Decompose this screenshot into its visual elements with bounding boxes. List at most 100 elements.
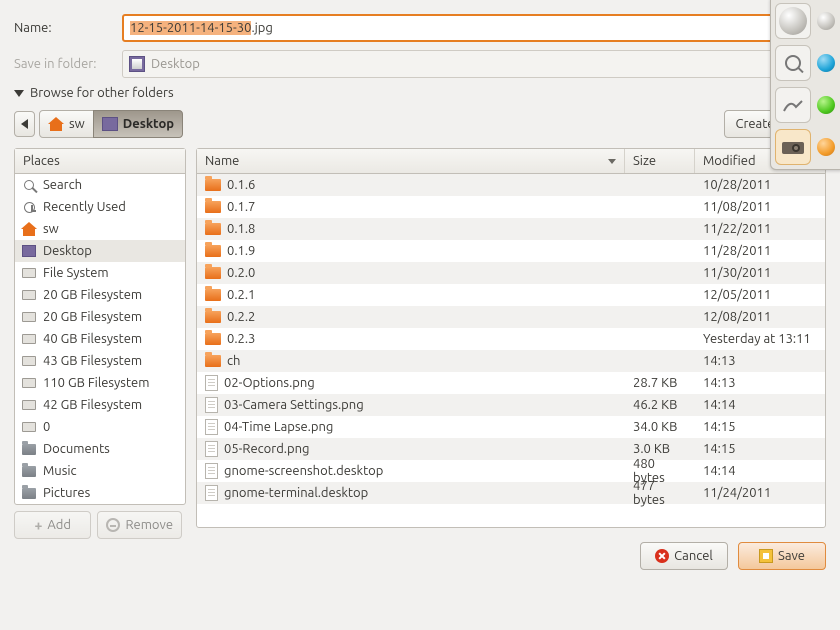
files-columns-header: Name Size Modified [197,149,825,174]
chevron-down-icon [14,90,24,97]
place-item[interactable]: 40 GB Filesystem [15,328,185,350]
file-modified: 14:15 [703,420,736,434]
filename-selected: 12-15-2011-14-15-30 [130,21,251,35]
place-label: 40 GB Filesystem [43,332,142,346]
file-row[interactable]: ch14:13 [197,350,825,372]
file-size: 46.2 KB [633,398,677,412]
file-icon [205,397,218,413]
save-folder-text: Desktop [151,57,200,71]
bubble-icon [817,54,835,72]
file-modified: Yesterday at 13:11 [703,332,811,346]
files-list[interactable]: 0.1.610/28/20110.1.711/08/20110.1.811/22… [197,174,825,527]
file-name: gnome-screenshot.desktop [224,464,383,478]
file-row[interactable]: 0.1.711/08/2011 [197,196,825,218]
remove-icon [106,518,120,532]
drive-icon [22,378,36,388]
name-label: Name: [14,21,108,35]
file-row[interactable]: 0.2.3 Yesterday at 13:11 [197,328,825,350]
sort-indicator-icon [608,159,616,164]
magnifier-icon [785,55,801,71]
file-row[interactable]: gnome-screenshot.desktop480 bytes14:14 [197,460,825,482]
file-name: gnome-terminal.desktop [224,486,368,500]
search-icon [24,180,34,190]
file-row[interactable]: 0.2.011/30/2011 [197,262,825,284]
path-segment-sw[interactable]: sw [39,110,94,138]
dock-camera-button[interactable] [775,129,811,165]
place-item[interactable]: File System [15,262,185,284]
path-back-button[interactable] [14,111,35,137]
file-row[interactable]: 0.2.112/05/2011 [197,284,825,306]
place-item[interactable]: 42 GB Filesystem [15,394,185,416]
remove-place-button[interactable]: Remove [97,511,182,539]
file-row[interactable]: 03-Camera Settings.png46.2 KB14:14 [197,394,825,416]
place-item[interactable]: sw [15,218,185,240]
drive-icon [22,400,36,410]
path-bar: swDesktop [14,110,183,138]
place-label: 20 GB Filesystem [43,310,142,324]
file-size: 34.0 KB [633,420,677,434]
file-name: 02-Options.png [224,376,315,390]
file-modified: 11/30/2011 [703,266,771,280]
file-row[interactable]: 0.1.911/28/2011 [197,240,825,262]
place-item[interactable]: 20 GB Filesystem [15,284,185,306]
save-button[interactable]: Save [738,542,826,570]
file-row[interactable]: 0.1.610/28/2011 [197,174,825,196]
cancel-button[interactable]: Cancel [640,542,728,570]
dock-draw-button[interactable] [775,87,811,123]
desktop-icon [102,117,118,131]
place-item[interactable]: 110 GB Filesystem [15,372,185,394]
dock-zoom-button[interactable] [775,45,811,81]
place-item[interactable]: 43 GB Filesystem [15,350,185,372]
place-item[interactable]: Desktop [15,240,185,262]
pen-icon [782,97,804,113]
file-row[interactable]: 0.1.811/22/2011 [197,218,825,240]
place-item[interactable]: Music [15,460,185,482]
place-label: Pictures [43,486,90,500]
place-label: 0 [43,420,50,434]
file-modified: 14:14 [703,398,736,412]
browse-folders-label: Browse for other folders [30,86,174,100]
places-list[interactable]: Search Recently Used sw DesktopFile System 2… [15,174,185,504]
clock-icon [24,202,35,213]
places-header: Places [15,149,185,174]
save-folder-combo[interactable]: Desktop [122,50,826,78]
path-segment-desktop[interactable]: Desktop [93,110,183,138]
drive-icon [22,312,36,322]
place-label: Search [43,178,82,192]
file-row[interactable]: gnome-terminal.desktop477 bytes11/24/201… [197,482,825,504]
place-item[interactable]: Recently Used [15,196,185,218]
place-item[interactable]: Documents [15,438,185,460]
column-name[interactable]: Name [197,149,625,173]
file-icon [205,375,218,391]
place-label: sw [43,222,59,236]
place-item[interactable]: Search [15,174,185,196]
file-name: ch [227,354,240,368]
place-label: Documents [43,442,110,456]
place-item[interactable]: 0 [15,416,185,438]
place-label: 43 GB Filesystem [43,354,142,368]
bubble-icon [817,96,835,114]
column-size[interactable]: Size [625,149,695,173]
file-modified: 11/08/2011 [703,200,771,214]
place-label: 42 GB Filesystem [43,398,142,412]
dock-extra-button[interactable] [775,3,811,39]
file-row[interactable]: 04-Time Lapse.png34.0 KB14:15 [197,416,825,438]
folder-icon [205,289,221,301]
file-modified: 12/05/2011 [703,288,771,302]
file-name: 0.2.3 [227,332,255,346]
filename-input[interactable]: 12-15-2011-14-15-30.jpg [122,14,826,42]
tool-dock [770,0,840,170]
folder-icon [205,223,221,235]
place-item[interactable]: 20 GB Filesystem [15,306,185,328]
file-row[interactable]: 05-Record.png3.0 KB14:15 [197,438,825,460]
place-item[interactable]: Pictures [15,482,185,504]
browse-folders-expander[interactable]: Browse for other folders [14,86,826,100]
file-modified: 14:14 [703,464,736,478]
desktop-icon [129,56,145,72]
file-name: 0.2.2 [227,310,255,324]
file-row[interactable]: 02-Options.png28.7 KB14:13 [197,372,825,394]
place-label: Music [43,464,77,478]
add-place-button[interactable]: +Add [14,511,91,539]
place-label: 20 GB Filesystem [43,288,142,302]
file-row[interactable]: 0.2.212/08/2011 [197,306,825,328]
